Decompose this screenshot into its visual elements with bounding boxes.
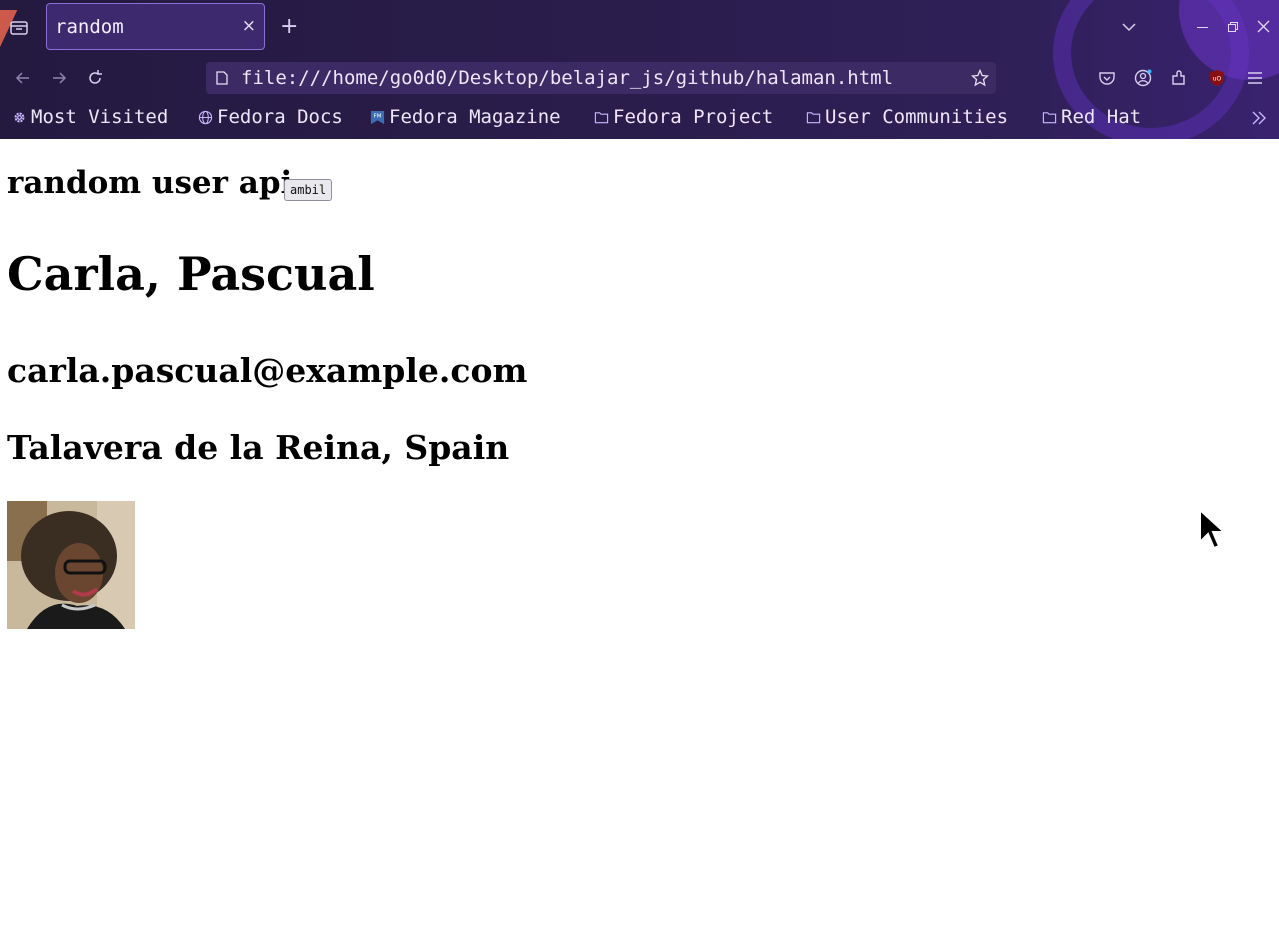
chevron-down-icon[interactable]: [1120, 18, 1138, 36]
user-photo-image: [7, 501, 135, 629]
user-email: carla.pascual@example.com: [7, 351, 528, 390]
bookmark-user-communities[interactable]: User Communities: [806, 106, 1008, 128]
url-text: file:///home/go0d0/Desktop/belajar_js/gi…: [241, 67, 894, 89]
reload-icon[interactable]: [86, 69, 104, 87]
fm-icon: FM: [370, 110, 385, 124]
back-icon[interactable]: [14, 69, 32, 87]
url-fade: [916, 62, 966, 94]
close-icon[interactable]: [1257, 20, 1270, 33]
pocket-icon[interactable]: [1098, 69, 1116, 87]
extensions-icon[interactable]: [1170, 69, 1188, 87]
globe-icon: [198, 110, 213, 124]
minimize-icon[interactable]: [1197, 27, 1208, 28]
browser-chrome: random × + file:///home/go0d0/Desktop/be…: [0, 0, 1279, 139]
bookmark-fedora-docs[interactable]: Fedora Docs: [198, 106, 343, 128]
tab-random[interactable]: random ×: [46, 3, 265, 50]
bookmark-most-visited[interactable]: Most Visited: [12, 106, 168, 128]
url-bar[interactable]: file:///home/go0d0/Desktop/belajar_js/gi…: [206, 62, 996, 94]
user-location: Talavera de la Reina, Spain: [7, 428, 510, 467]
page-heading: random user api: [7, 165, 293, 201]
mouse-cursor-icon: [1199, 508, 1224, 550]
bookmark-label: Fedora Project: [613, 106, 774, 128]
restore-icon[interactable]: [1228, 22, 1238, 32]
fetch-button[interactable]: ambil: [284, 179, 333, 201]
bookmark-label: User Communities: [825, 106, 1009, 128]
bookmark-label: Red Hat: [1061, 106, 1142, 128]
folder-icon: [1042, 111, 1057, 123]
svg-text:FM: FM: [373, 113, 381, 119]
nav-bar: file:///home/go0d0/Desktop/belajar_js/gi…: [0, 57, 1279, 100]
svg-text:uO: uO: [1213, 76, 1222, 83]
bookmark-red-hat[interactable]: Red Hat: [1042, 106, 1141, 128]
bookmark-label: Most Visited: [31, 106, 169, 128]
tab-close-icon[interactable]: ×: [242, 16, 256, 36]
bookmark-fedora-magazine[interactable]: FM Fedora Magazine: [370, 106, 561, 128]
page-icon: [216, 71, 228, 85]
folder-icon: [594, 111, 609, 123]
new-tab-button[interactable]: +: [280, 14, 298, 39]
tab-bar: random × +: [0, 0, 1279, 57]
menu-icon[interactable]: [1246, 69, 1264, 87]
bookmark-label: Fedora Docs: [217, 106, 343, 128]
firefox-view-icon[interactable]: [10, 19, 28, 35]
bookmark-star-icon[interactable]: [971, 69, 989, 87]
account-icon[interactable]: [1134, 69, 1152, 87]
tab-title: random: [55, 16, 124, 38]
ublock-icon[interactable]: uO: [1208, 69, 1226, 87]
bookmarks-toolbar: Most Visited Fedora Docs FM Fedora Magaz…: [0, 100, 1279, 139]
folder-icon: [806, 111, 821, 123]
forward-icon[interactable]: [50, 69, 68, 87]
bookmark-label: Fedora Magazine: [389, 106, 561, 128]
gear-icon: [14, 112, 25, 122]
more-bookmarks-icon[interactable]: [1251, 110, 1267, 126]
user-photo: [7, 501, 135, 629]
bookmark-fedora-project[interactable]: Fedora Project: [594, 106, 773, 128]
user-name: Carla, Pascual: [7, 247, 375, 301]
